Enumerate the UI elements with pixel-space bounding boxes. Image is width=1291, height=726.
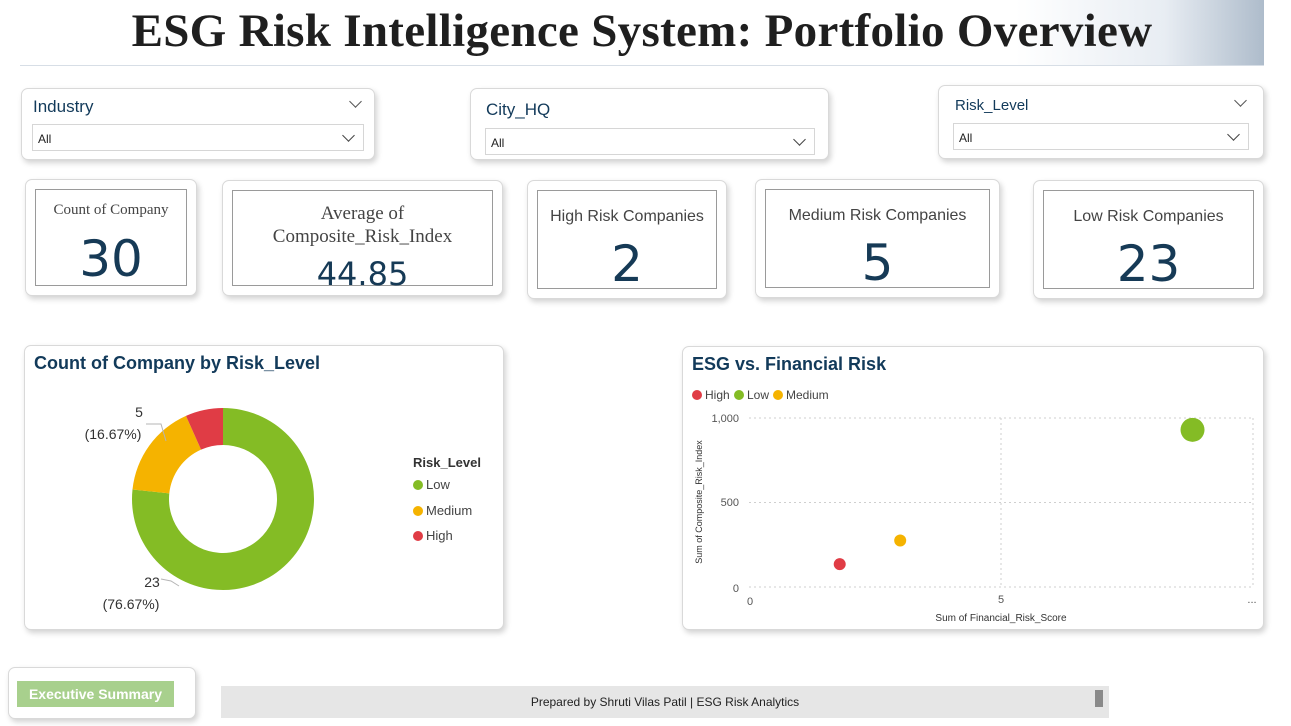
risk-level-slicer[interactable]: Risk_Level All — [938, 85, 1264, 159]
scatter-point-medium[interactable] — [894, 534, 907, 547]
kpi-frame: Average of Composite_Risk_Index 44.85 — [232, 190, 493, 293]
donut-slice-medium[interactable] — [132, 415, 202, 494]
title-banner: ESG Risk Intelligence System: Portfolio … — [20, 0, 1264, 66]
kpi-medium-risk: Medium Risk Companies 5 — [755, 179, 1000, 298]
kpi-low-risk: Low Risk Companies 23 — [1033, 180, 1264, 299]
kpi-frame: High Risk Companies 2 — [537, 190, 717, 293]
page-title: ESG Risk Intelligence System: Portfolio … — [131, 5, 1153, 57]
kpi-value: 30 — [79, 230, 143, 288]
city-hq-dropdown[interactable]: All — [485, 128, 815, 155]
kpi-label: Medium Risk Companies — [788, 207, 967, 224]
chevron-down-icon — [793, 133, 806, 146]
legend-marker — [413, 480, 423, 490]
y-tick-label: 0 — [733, 583, 739, 595]
data-label-low-count: 23 — [144, 574, 160, 590]
legend-label: Medium — [426, 503, 473, 518]
kpi-frame: Count of Company 30 — [35, 189, 187, 288]
legend-label: Low — [426, 477, 450, 492]
y-tick-label: 500 — [721, 497, 739, 509]
x-axis-label: Sum of Financial_Risk_Score — [935, 613, 1067, 624]
kpi-value: 5 — [861, 234, 894, 292]
kpi-label: Count of Company — [53, 202, 169, 218]
kpi-label: High Risk Companies — [550, 208, 704, 225]
chevron-down-icon — [342, 129, 355, 142]
y-axis-label: Sum of Composite_Risk_Index — [694, 440, 704, 564]
slicer-title-risk-level: Risk_Level — [955, 97, 1029, 114]
industry-selected-value: All — [38, 132, 52, 146]
data-label-medium-count: 5 — [135, 404, 143, 420]
industry-slicer[interactable]: Industry All — [21, 88, 375, 160]
kpi-frame: Low Risk Companies 23 — [1043, 190, 1254, 293]
kpi-value: 2 — [611, 235, 643, 293]
y-tick-label: 1,000 — [711, 413, 739, 425]
city-hq-slicer[interactable]: City_HQ All — [470, 88, 829, 160]
legend-item-medium[interactable]: Medium — [413, 503, 472, 518]
kpi-label-line2: Composite_Risk_Index — [272, 226, 453, 247]
data-label-medium-pct: (16.67%) — [85, 426, 142, 442]
x-tick-label: 5 — [998, 594, 1004, 606]
risk-level-dropdown[interactable]: All — [953, 123, 1249, 150]
scatter-point-high[interactable] — [833, 558, 846, 571]
kpi-label-line1: Average of — [320, 203, 405, 224]
kpi-average-cri: Average of Composite_Risk_Index 44.85 — [222, 180, 503, 296]
chevron-down-icon — [1227, 128, 1240, 141]
leader-line-low — [160, 578, 180, 587]
scatter-chart-card[interactable]: ESG vs. Financial Risk High Low Medium 1… — [682, 346, 1264, 630]
kpi-value: 23 — [1116, 235, 1181, 293]
kpi-high-risk: High Risk Companies 2 — [527, 180, 727, 299]
legend-marker — [413, 531, 423, 541]
kpi-value: 44.85 — [316, 255, 409, 293]
footer-credit-text: Prepared by Shruti Vilas Patil | ESG Ris… — [530, 695, 800, 709]
data-label-low-pct: (76.67%) — [103, 596, 160, 612]
footer-credit-bar: Prepared by Shruti Vilas Patil | ESG Ris… — [221, 686, 1109, 718]
x-tick-label: ... — [1247, 594, 1256, 606]
nav-button-card: Executive Summary — [8, 667, 196, 719]
slicer-title-industry: Industry — [33, 97, 94, 116]
kpi-label: Low Risk Companies — [1073, 208, 1224, 225]
executive-summary-button[interactable]: Executive Summary — [17, 681, 174, 707]
risk-level-selected-value: All — [959, 131, 973, 145]
legend-marker — [413, 506, 423, 516]
kpi-frame: Medium Risk Companies 5 — [765, 189, 990, 292]
scatter-plot: 1,000 500 0 0 5 ... Sum of Financial_Ris… — [694, 413, 1257, 624]
x-tick-label: 0 — [747, 596, 753, 608]
chevron-down-icon[interactable] — [1234, 94, 1247, 107]
legend-label: High — [426, 528, 453, 543]
legend-title: Risk_Level — [413, 455, 481, 470]
chevron-down-icon[interactable] — [349, 95, 362, 108]
legend-item-low[interactable]: Low — [413, 477, 450, 492]
scatter-point-low[interactable] — [1180, 417, 1205, 442]
scrollbar-thumb[interactable] — [1095, 690, 1103, 707]
industry-dropdown[interactable]: All — [32, 124, 364, 151]
legend-item-high[interactable]: High — [413, 528, 453, 543]
city-hq-selected-value: All — [491, 136, 505, 150]
kpi-count-company: Count of Company 30 — [25, 179, 197, 296]
slicer-title-city-hq: City_HQ — [486, 100, 551, 119]
donut-chart-card[interactable]: Count of Company by Risk_Level 5 (16.67%… — [24, 345, 504, 630]
